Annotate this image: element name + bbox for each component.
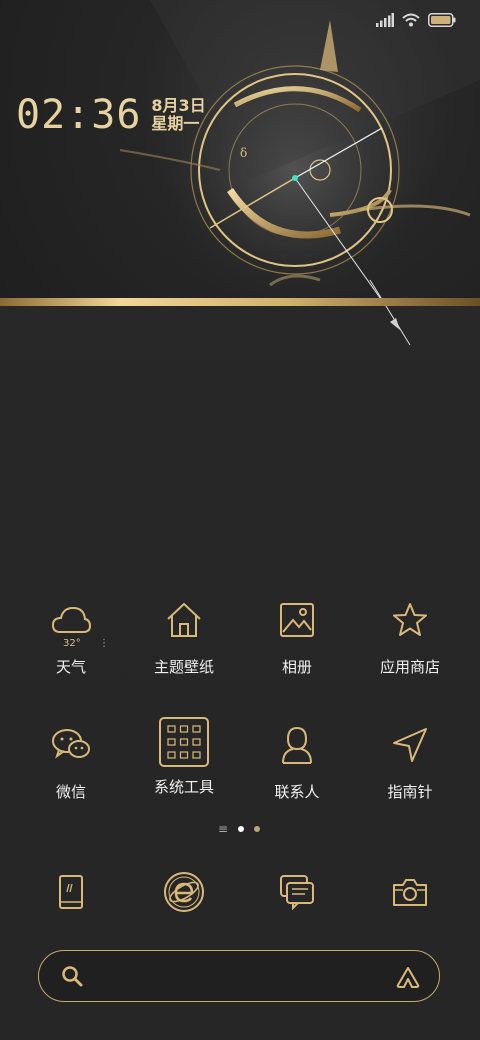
app-label: 联系人 xyxy=(274,783,320,801)
app-wechat[interactable]: 微信 xyxy=(11,723,131,802)
clock-widget[interactable]: 02:36 8月3日 星期一 xyxy=(16,92,206,138)
app-label: 主题壁纸 xyxy=(153,658,214,676)
search-bar[interactable] xyxy=(38,950,440,1002)
app-label: 指南针 xyxy=(387,783,433,801)
weather-temperature: 32° xyxy=(63,638,81,649)
search-icon xyxy=(61,965,83,991)
wallpaper-gold-divider xyxy=(0,298,480,306)
image-icon xyxy=(275,598,319,642)
person-icon xyxy=(275,723,319,767)
clock-time: 02:36 xyxy=(16,92,142,138)
camera-icon xyxy=(392,876,428,912)
battery-icon xyxy=(428,12,456,31)
navigation-arrow-icon xyxy=(388,723,432,767)
clock-date-weekday: 星期一 xyxy=(151,114,200,133)
app-store[interactable]: 应用商店 xyxy=(350,598,470,677)
weather-more-icon: ⋮ xyxy=(99,638,109,649)
dock-camera[interactable] xyxy=(350,872,470,916)
chat-bubbles-icon xyxy=(49,723,93,767)
clock-date-day: 8月3日 xyxy=(151,96,206,115)
dock-browser[interactable] xyxy=(124,872,244,916)
app-label: 微信 xyxy=(55,783,86,801)
app-contacts[interactable]: 联系人 xyxy=(237,723,357,802)
dock-messages[interactable] xyxy=(237,872,357,916)
app-label: 系统工具 xyxy=(153,778,214,796)
app-compass[interactable]: 指南针 xyxy=(350,723,470,802)
cloud-icon xyxy=(49,598,93,642)
browser-icon xyxy=(163,871,205,917)
app-theme-wallpaper[interactable]: 主题壁纸 xyxy=(124,598,244,677)
app-label: 天气 xyxy=(55,658,86,676)
star-icon xyxy=(388,598,432,642)
dock-phone[interactable] xyxy=(11,872,131,916)
status-bar xyxy=(376,12,456,31)
page-dot xyxy=(254,826,261,832)
assistant-icon[interactable] xyxy=(395,965,421,993)
page-indicator[interactable]: ≡ xyxy=(218,822,261,836)
app-gallery[interactable]: 相册 xyxy=(237,598,357,677)
wifi-icon xyxy=(402,12,420,31)
app-system-tools-folder[interactable]: 系统工具 xyxy=(124,716,244,797)
folder-grid-icon xyxy=(158,716,210,768)
app-weather[interactable]: 32° ⋮ 天气 xyxy=(11,598,131,677)
second-hand-overlay xyxy=(369,279,411,346)
messages-icon xyxy=(279,874,315,914)
signal-icon xyxy=(376,12,394,31)
home-screen: δ 02:36 8月3日 星期一 32° ⋮ 天气 主题壁纸 相册 应用商店 微… xyxy=(0,0,480,1040)
app-label: 相册 xyxy=(281,658,312,676)
clock-date: 8月3日 星期一 xyxy=(151,97,205,133)
page-dot-active xyxy=(238,826,245,832)
app-label: 应用商店 xyxy=(379,658,440,676)
menu-lines-icon: ≡ xyxy=(218,822,229,836)
home-icon xyxy=(162,598,206,642)
dock xyxy=(0,872,480,916)
phone-icon xyxy=(58,874,84,914)
